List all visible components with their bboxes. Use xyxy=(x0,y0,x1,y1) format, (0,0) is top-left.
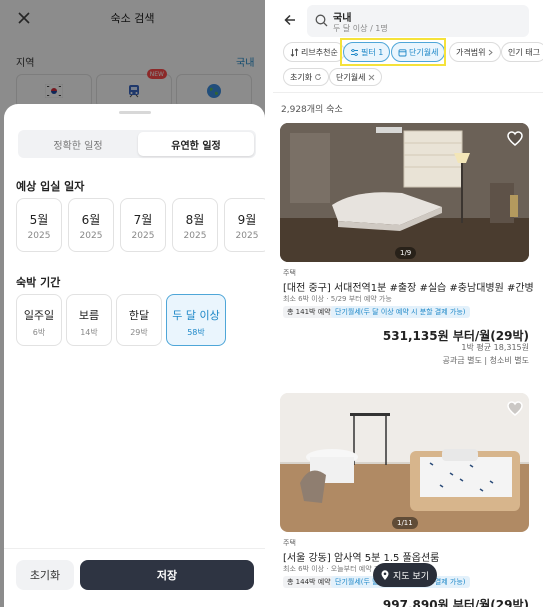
section-divider xyxy=(273,92,543,93)
photo-counter: 1/9 xyxy=(395,247,417,259)
room-photo-1 xyxy=(280,123,529,262)
listing-price: 997,890원 부터/월(29박) xyxy=(382,598,529,607)
price-range-chip[interactable]: 가격범위 xyxy=(449,42,502,62)
heart-icon xyxy=(507,400,523,416)
sort-label: 리브추천순 xyxy=(301,47,338,57)
listing-photo[interactable]: 1/9 xyxy=(280,123,529,262)
listing-type: 주택 xyxy=(283,269,296,277)
tab-flexible-schedule[interactable]: 유연한 일정 xyxy=(138,132,254,156)
month-option[interactable]: 6월 2025 xyxy=(68,198,114,252)
reset-tags-chip[interactable]: 초기화 xyxy=(283,68,330,86)
map-view-label: 지도 보기 xyxy=(393,571,429,582)
screen-divider xyxy=(265,0,273,607)
applied-tag-chip[interactable]: 단기월세 xyxy=(329,68,383,86)
popular-tag-chip[interactable]: 인기 태그 xyxy=(501,42,543,62)
map-pin-icon xyxy=(381,570,389,580)
listing-meta: 최소 6박 이상 · 오늘부터 예약 가능 xyxy=(283,565,387,573)
stay-nights: 6박 xyxy=(32,328,46,337)
stay-option[interactable]: 한달 29박 xyxy=(116,294,162,346)
price-range-label: 가격범위 xyxy=(456,47,486,57)
month-label: 5월 xyxy=(29,213,49,227)
stay-label: 두 달 이상 xyxy=(172,309,220,322)
month-year: 2025 xyxy=(79,231,103,241)
month-option[interactable]: 9월 2025 xyxy=(224,198,265,252)
stay-option-selected[interactable]: 두 달 이상 58박 xyxy=(166,294,226,346)
payment-badge: 단기월세(두 달 이상 예약 시 분할 결제 가능) xyxy=(331,306,470,318)
schedule-toggle: 정확한 일정 유연한 일정 xyxy=(18,130,256,158)
save-button[interactable]: 저장 xyxy=(80,560,254,590)
stay-nights: 29박 xyxy=(130,328,148,337)
search-subtitle: 두 달 이상 / 1명 xyxy=(333,24,388,33)
month-option[interactable]: 7월 2025 xyxy=(120,198,166,252)
booking-count-badge: 총 141박 예약 xyxy=(283,306,335,318)
stay-section-title: 숙박 기간 xyxy=(16,276,61,289)
search-title: 국내 xyxy=(333,13,352,24)
listing-title[interactable]: [서울 강동] 암사역 5분 1.5 풀옵션룸 xyxy=(283,549,439,564)
stay-label: 보름 xyxy=(78,309,100,322)
search-summary[interactable]: 국내 두 달 이상 / 1명 xyxy=(307,5,529,37)
month-label: 8월 xyxy=(185,213,205,227)
month-year: 2025 xyxy=(27,231,51,241)
popular-tag-label: 인기 태그 xyxy=(508,47,540,57)
search-results-panel: 국내 두 달 이상 / 1명 리브추천순 필터 1 단기월세 가격범위 인기 태… xyxy=(273,0,543,607)
wishlist-button[interactable] xyxy=(506,399,524,417)
sort-icon xyxy=(290,47,299,57)
photo-counter: 1/11 xyxy=(392,517,418,529)
month-year: 2025 xyxy=(183,231,207,241)
date-bottom-sheet: 정확한 일정 유연한 일정 예상 입실 일자 5월 2025 6월 2025 7… xyxy=(4,104,265,607)
map-view-button[interactable]: 지도 보기 xyxy=(373,563,437,587)
stay-label: 한달 xyxy=(128,309,150,322)
stay-nights: 58박 xyxy=(187,328,205,337)
stay-option[interactable]: 일주일 6박 xyxy=(16,294,62,346)
highlight-annotation-box xyxy=(340,38,446,66)
booking-count-badge: 총 144박 예약 xyxy=(283,576,335,588)
checkin-section-title: 예상 입실 일자 xyxy=(16,180,85,193)
month-year: 2025 xyxy=(131,231,155,241)
heart-icon xyxy=(507,130,523,146)
reset-button[interactable]: 초기화 xyxy=(16,560,74,590)
stay-nights: 14박 xyxy=(80,328,98,337)
listing-photo[interactable]: 1/11 xyxy=(280,393,529,532)
back-button[interactable] xyxy=(279,9,301,31)
result-count: 2,928개의 숙소 xyxy=(281,105,343,115)
month-option[interactable]: 8월 2025 xyxy=(172,198,218,252)
search-settings-panel: 숙소 검색 지역 국내 NEW 정확한 일정 유연한 일정 예상 입실 일자 5… xyxy=(0,0,265,607)
extra-fees: 공과금 별도 | 청소비 별도 xyxy=(442,356,529,365)
applied-tag-label: 단기월세 xyxy=(336,72,366,82)
listing-meta: 최소 6박 이상 · 5/29 부터 예약 가능 xyxy=(283,295,392,303)
listing-title[interactable]: [대전 중구] 서대전역1분 #출장 #실습 #충남대병원 #간병 xyxy=(283,279,534,294)
month-label: 7월 xyxy=(133,213,153,227)
sheet-handle[interactable] xyxy=(119,111,151,114)
sort-chip[interactable]: 리브추천순 xyxy=(283,42,345,62)
month-label: 6월 xyxy=(81,213,101,227)
refresh-icon xyxy=(315,73,322,80)
back-arrow-icon xyxy=(284,14,295,26)
room-photo-2 xyxy=(280,393,529,532)
month-label: 9월 xyxy=(237,213,257,227)
chevron-right-icon xyxy=(489,49,494,55)
nightly-average: 1박 평균 18,315원 xyxy=(461,343,529,352)
reset-tags-label: 초기화 xyxy=(290,72,313,82)
tab-exact-schedule[interactable]: 정확한 일정 xyxy=(20,132,136,156)
stay-option[interactable]: 보름 14박 xyxy=(66,294,112,346)
stay-label: 일주일 xyxy=(23,309,55,322)
search-icon xyxy=(315,14,328,27)
month-year: 2025 xyxy=(235,231,259,241)
footer-divider xyxy=(4,548,265,549)
remove-icon xyxy=(369,74,375,80)
listing-type: 주택 xyxy=(283,539,296,547)
wishlist-button[interactable] xyxy=(506,129,524,147)
month-option[interactable]: 5월 2025 xyxy=(16,198,62,252)
